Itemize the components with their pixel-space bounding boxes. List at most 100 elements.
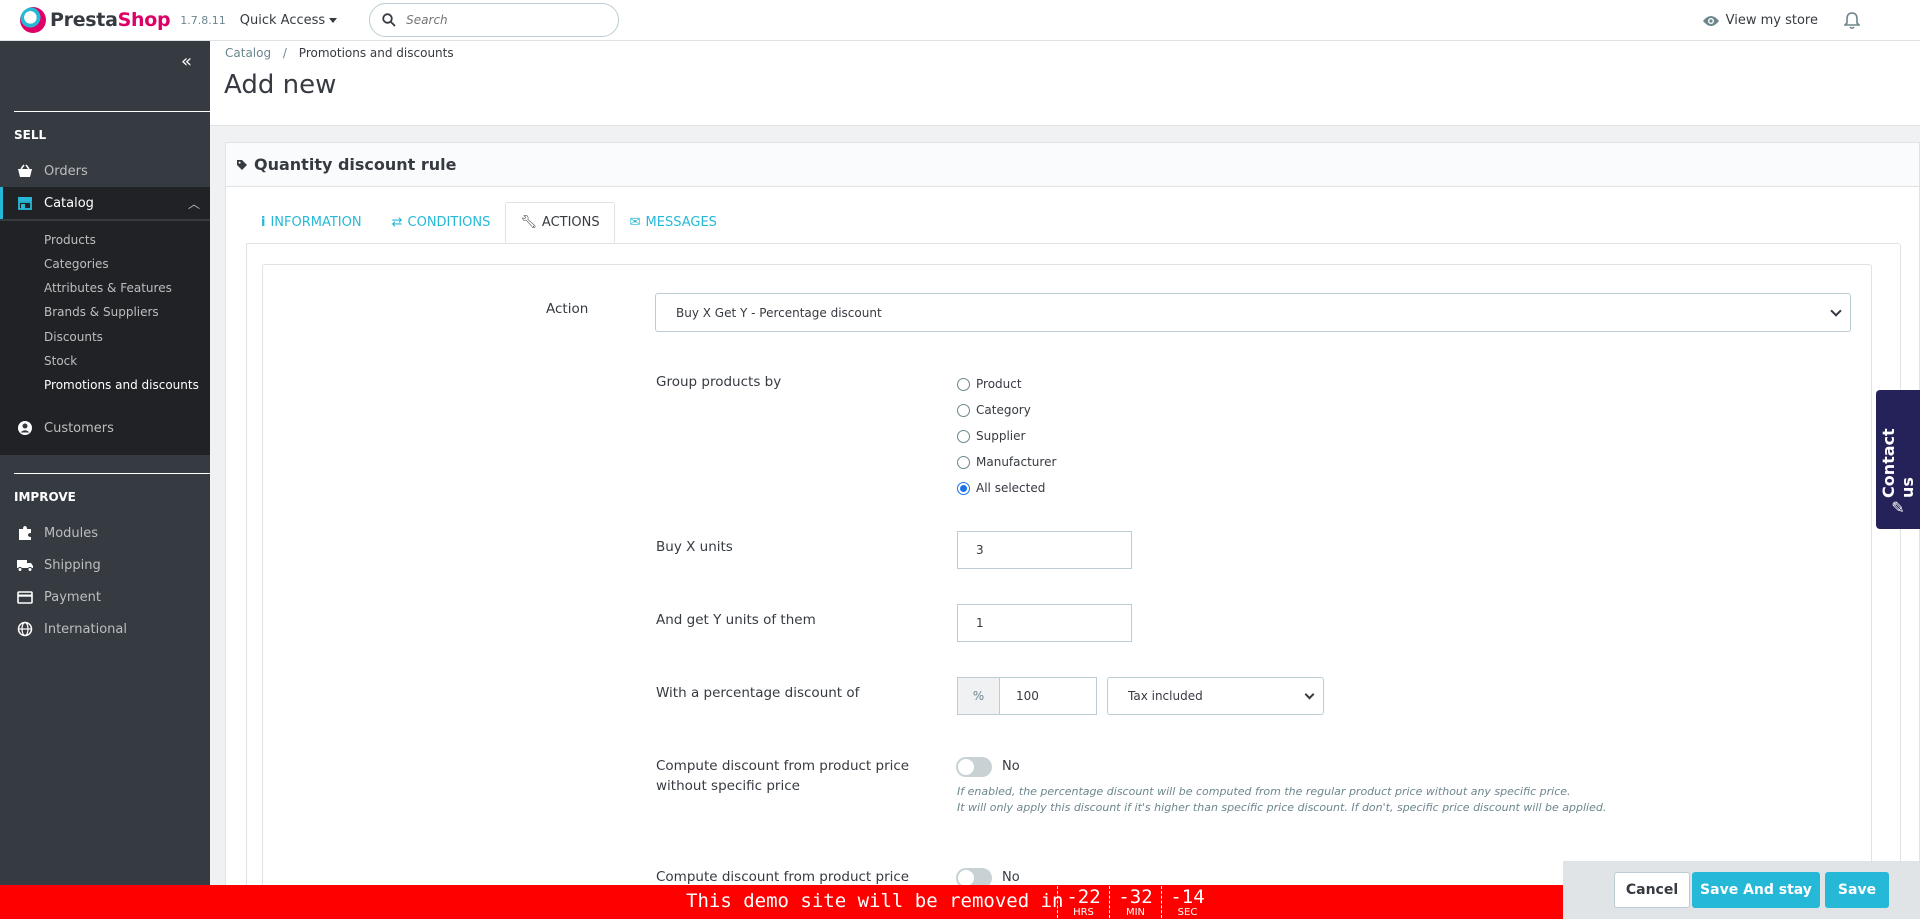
countdown-value: -22	[1066, 886, 1101, 908]
action-select-value: Buy X Get Y - Percentage discount	[676, 305, 882, 320]
compute-price-toggle-2-label: No	[1002, 870, 1020, 885]
percent-addon: %	[957, 677, 1000, 715]
countdown-unit: MIN	[1125, 907, 1146, 918]
sidebar-item-label: Catalog	[44, 195, 94, 211]
chevron-down-icon	[1830, 305, 1842, 317]
logo-text: PrestaShop	[50, 9, 171, 31]
sidebar-item-label: Modules	[44, 525, 99, 541]
sidebar-item-label: Shipping	[44, 557, 101, 573]
breadcrumb-catalog[interactable]: Catalog	[225, 46, 271, 60]
countdown-unit: SEC	[1177, 907, 1198, 918]
shopping-basket-icon	[16, 162, 34, 180]
version-label: 1.7.8.11	[180, 13, 226, 27]
search-box[interactable]	[369, 3, 620, 37]
wrench-icon: 🔧︎	[520, 215, 537, 230]
puzzle-icon	[16, 524, 34, 542]
top-header: PrestaShop 1.7.8.11 Quick Access View my…	[0, 0, 1920, 41]
tab-label: MESSAGES	[645, 215, 717, 230]
radio-product[interactable]: Product	[957, 377, 1022, 391]
tax-select[interactable]: Tax included	[1107, 677, 1324, 715]
caret-down-icon	[329, 17, 338, 23]
tab-conditions[interactable]: ⇄ CONDITIONS	[377, 202, 506, 243]
radio-circle	[957, 455, 970, 469]
tab-content	[246, 243, 1901, 919]
radio-circle	[957, 403, 970, 417]
breadcrumb-current: Promotions and discounts	[298, 46, 454, 60]
chevron-up-icon: ︿	[187, 197, 200, 211]
compute-price-toggle-label: No	[1002, 759, 1020, 774]
quick-access-dropdown[interactable]: Quick Access	[240, 13, 338, 28]
save-button[interactable]: Save	[1825, 872, 1889, 908]
prestashop-logo[interactable]: PrestaShop	[20, 7, 171, 33]
sidebar-sub-products[interactable]: Products	[44, 233, 96, 247]
view-store-link[interactable]: View my store	[1702, 13, 1818, 28]
countdown-value: -32	[1118, 886, 1153, 908]
radio-label: Product	[976, 377, 1022, 391]
radio-label: Category	[976, 403, 1031, 417]
countdown-minutes: -32 MIN	[1109, 886, 1161, 918]
get-y-input[interactable]: 1	[957, 604, 1132, 642]
radio-category[interactable]: Category	[957, 403, 1031, 417]
sidebar-item-catalog[interactable]: Catalog ︿	[0, 187, 210, 219]
shuffle-icon: ⇄	[391, 215, 403, 230]
chevron-down-icon	[1304, 689, 1315, 700]
sidebar-item-international[interactable]: International	[0, 613, 210, 645]
demo-banner-text: This demo site will be removed in	[686, 890, 1064, 912]
tab-messages[interactable]: ✉ MESSAGES	[615, 202, 732, 243]
sidebar: « SELL Orders Catalog ︿ Products Categor…	[0, 41, 210, 919]
sidebar-item-orders[interactable]: Orders	[0, 155, 210, 187]
get-y-label: And get Y units of them	[656, 612, 816, 628]
buy-x-input[interactable]: 3	[957, 531, 1132, 569]
radio-label: Manufacturer	[976, 455, 1057, 469]
truck-icon	[16, 556, 34, 574]
compute-price-toggle[interactable]	[956, 757, 992, 777]
panel-title: Quantity discount rule	[254, 155, 457, 174]
radio-label: All selected	[976, 481, 1046, 495]
tab-actions[interactable]: 🔧︎ ACTIONS	[505, 202, 615, 243]
view-store-label: View my store	[1725, 13, 1818, 28]
contact-us-tab[interactable]: Contact us ✎	[1876, 390, 1920, 529]
percentage-input[interactable]: 100	[999, 677, 1097, 715]
search-icon	[382, 13, 396, 27]
sidebar-sub-brands[interactable]: Brands & Suppliers	[44, 305, 159, 319]
group-products-label: Group products by	[656, 374, 782, 390]
sidebar-sub-categories[interactable]: Categories	[44, 257, 109, 271]
tab-information[interactable]: i INFORMATION	[246, 202, 377, 243]
compute-price-label-3: Compute discount from product price	[656, 869, 910, 885]
sidebar-item-payment[interactable]: Payment	[0, 581, 210, 613]
action-select[interactable]: Buy X Get Y - Percentage discount	[655, 293, 1851, 332]
bell-icon[interactable]	[1844, 11, 1860, 30]
actions-form	[262, 264, 1872, 919]
demo-banner: This demo site will be removed in -22 HR…	[0, 885, 1563, 919]
compute-price-label-2: without specific price	[656, 778, 800, 794]
radio-circle	[957, 429, 970, 443]
sidebar-item-modules[interactable]: Modules	[0, 517, 210, 549]
globe-icon	[16, 620, 34, 638]
sidebar-sub-stock[interactable]: Stock	[44, 354, 77, 368]
section-sell: SELL	[14, 128, 47, 142]
prestashop-logo-icon	[20, 7, 46, 33]
sidebar-sub-promotions[interactable]: Promotions and discounts	[44, 378, 199, 392]
credit-card-icon	[16, 588, 34, 606]
sidebar-sub-attributes[interactable]: Attributes & Features	[44, 281, 172, 295]
sidebar-item-label: Orders	[44, 163, 88, 179]
radio-label: Supplier	[976, 429, 1026, 443]
buy-x-label: Buy X units	[656, 539, 733, 555]
radio-all-selected[interactable]: All selected	[957, 481, 1045, 495]
search-input[interactable]	[406, 13, 597, 27]
radio-manufacturer[interactable]: Manufacturer	[957, 455, 1056, 469]
sidebar-sub-discounts[interactable]: Discounts	[44, 330, 103, 344]
collapse-sidebar-icon[interactable]: «	[181, 51, 192, 72]
sidebar-item-shipping[interactable]: Shipping	[0, 549, 210, 581]
tab-label: ACTIONS	[541, 215, 600, 230]
countdown-hours: -22 HRS	[1057, 886, 1109, 918]
sidebar-item-customers[interactable]: Customers	[0, 412, 210, 444]
radio-supplier[interactable]: Supplier	[957, 429, 1025, 443]
save-and-stay-button[interactable]: Save And stay	[1692, 872, 1820, 908]
contact-us-label: Contact us	[1879, 428, 1917, 498]
pencil-icon: ✎	[1891, 498, 1905, 517]
divider	[14, 473, 210, 474]
action-label: Action	[546, 301, 589, 317]
cancel-button[interactable]: Cancel	[1614, 872, 1690, 908]
breadcrumb-separator: /	[282, 46, 287, 60]
